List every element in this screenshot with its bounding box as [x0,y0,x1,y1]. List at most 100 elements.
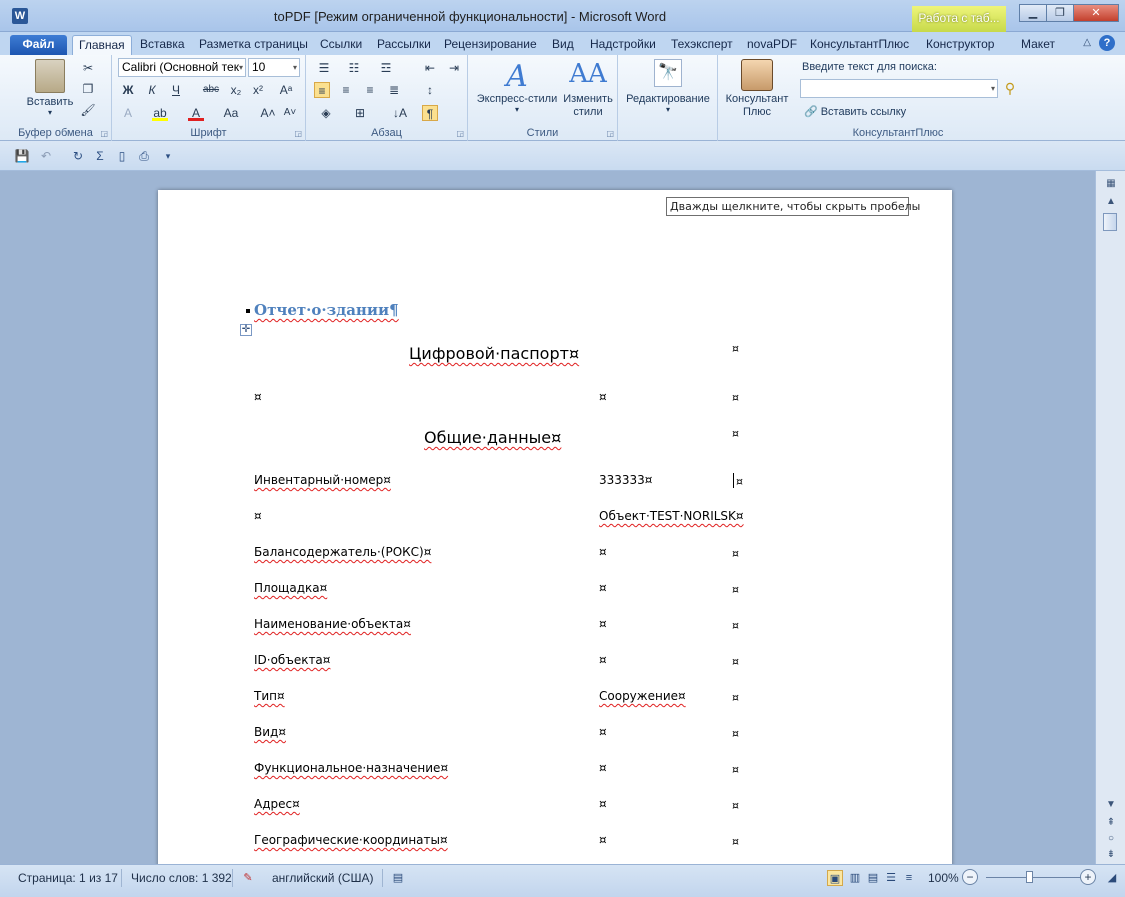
browse-object-icon[interactable]: ○ [1104,832,1118,846]
maximize-button[interactable]: ❐ [1046,4,1074,22]
tab-review[interactable]: Рецензирование [444,35,537,55]
consultant-search-input[interactable]: ▾ [800,79,998,98]
scroll-down-icon[interactable]: ▼ [1104,798,1118,812]
page-count[interactable]: Страница: 1 из 17 [18,871,118,885]
tab-addins[interactable]: Надстройки [590,35,656,55]
superscript-icon[interactable]: x² [250,82,266,98]
customize-toolbar-icon[interactable]: ▾ [160,148,176,164]
font-color-icon[interactable]: A [188,105,204,121]
tab-insert[interactable]: Вставка [140,35,185,55]
text-effects-icon[interactable]: A [120,105,136,121]
numbering-icon[interactable]: ☷ [346,60,362,76]
show-marks-icon[interactable]: ¶ [422,105,438,121]
highlight-icon[interactable]: ab [152,105,168,121]
font-group-label: Шрифт [190,127,227,139]
end-of-row-mark: ¤ [732,391,739,404]
new-document-icon[interactable]: ▯ [114,148,130,164]
zoom-in-button[interactable]: + [1080,869,1096,885]
increase-indent-icon[interactable]: ⇥ [446,60,462,76]
resize-grip-icon[interactable]: ◢ [1104,870,1120,886]
underline-icon[interactable]: Ч [168,82,184,98]
grow-font-icon[interactable]: A˄ [260,105,276,121]
tab-file[interactable]: Файл [10,35,67,55]
font-name-combo[interactable]: Calibri (Основной тек ▾ [118,58,246,77]
tab-mailings[interactable]: Рассылки [377,35,431,55]
macro-icon[interactable]: ▤ [390,870,406,886]
bold-icon[interactable]: Ж [120,82,136,98]
document-page[interactable]: Дважды щелкните, чтобы скрыть пробелы От… [158,190,952,864]
align-left-icon[interactable]: ≡ [314,82,330,98]
editing-group: 🔭 Редактирование ▾ [618,55,718,141]
next-page-icon[interactable]: ⇟ [1104,848,1118,862]
sort-icon[interactable]: ↓A [392,105,408,121]
clear-format-icon[interactable]: Aᵃ [278,82,294,98]
minimize-ribbon-icon[interactable]: △ [1083,35,1091,51]
shrink-font-icon[interactable]: A˅ [282,105,298,121]
align-center-icon[interactable]: ≡ [338,82,354,98]
shading-icon[interactable]: ◈ [318,105,334,121]
ruler-toggle-icon[interactable]: ▦ [1104,177,1118,191]
change-styles-button[interactable]: AA Изменить стили [560,59,616,119]
zoom-slider-thumb[interactable] [1026,871,1033,883]
font-launcher-icon[interactable]: ◲ [294,129,302,138]
web-layout-view-icon[interactable]: ▤ [865,870,881,886]
vertical-scrollbar[interactable]: ▦ ▲ ▼ ⇞ ○ ⇟ [1095,171,1125,864]
scroll-thumb[interactable] [1103,213,1117,231]
justify-icon[interactable]: ≣ [386,82,402,98]
insert-link-button[interactable]: 🔗 Вставить ссылку [804,105,906,118]
tab-references[interactable]: Ссылки [320,35,362,55]
redo-icon[interactable]: ↻ [70,148,86,164]
draft-view-icon[interactable]: ≡ [901,870,917,886]
minimize-button[interactable]: ▁ [1019,4,1047,22]
zoom-out-button[interactable]: − [962,869,978,885]
decrease-indent-icon[interactable]: ⇤ [422,60,438,76]
format-painter-icon[interactable]: 🖌 [80,102,96,118]
word-count[interactable]: Число слов: 1 392 [131,871,232,885]
zoom-level[interactable]: 100% [928,871,959,885]
scroll-up-icon[interactable]: ▲ [1104,195,1118,209]
consultantplus-button[interactable]: Консультант Плюс [720,59,794,119]
tab-page-layout[interactable]: Разметка страницы [199,35,308,55]
reading-view-icon[interactable]: ▥ [847,870,863,886]
change-case-icon[interactable]: Aa [220,105,242,121]
clipboard-launcher-icon[interactable]: ◲ [100,129,108,138]
sum-icon[interactable]: Σ [92,148,108,164]
copy-icon[interactable]: ❐ [80,81,96,97]
paragraph-launcher-icon[interactable]: ◲ [456,129,464,138]
zoom-slider-track[interactable] [986,877,1082,878]
row-value: 333333¤ [599,473,653,487]
table-move-handle-icon[interactable]: ✛ [240,324,252,336]
tab-view[interactable]: Вид [552,35,574,55]
tab-design[interactable]: Конструктор [926,35,994,55]
editing-button[interactable]: 🔭 Редактирование ▾ [622,59,714,114]
align-right-icon[interactable]: ≡ [362,82,378,98]
multilevel-list-icon[interactable]: ☲ [378,60,394,76]
italic-icon[interactable]: К [144,82,160,98]
line-spacing-icon[interactable]: ↕ [422,82,438,98]
tab-tekhekspert[interactable]: Техэксперт [671,35,733,55]
tab-konsultantplus[interactable]: КонсультантПлюс [810,35,909,55]
save-icon[interactable]: 💾 [14,148,30,164]
subscript-icon[interactable]: x₂ [228,82,244,98]
quick-styles-button[interactable]: A Экспресс-стили ▾ [472,59,562,114]
styles-launcher-icon[interactable]: ◲ [606,129,614,138]
search-icon[interactable]: ⚲ [1002,80,1018,96]
strikethrough-icon[interactable]: abc [200,82,222,98]
outline-view-icon[interactable]: ☰ [883,870,899,886]
previous-page-icon[interactable]: ⇞ [1104,816,1118,830]
paste-button[interactable]: Вставить ▾ [22,59,78,117]
undo-icon[interactable]: ↶ [38,148,54,164]
font-size-combo[interactable]: 10 ▾ [248,58,300,77]
print-layout-view-icon[interactable]: ▣ [827,870,843,886]
bullets-icon[interactable]: ☰ [316,60,332,76]
tab-novapdf[interactable]: novaPDF [747,35,797,55]
close-button[interactable]: ✕ [1073,4,1119,22]
tab-home[interactable]: Главная [72,35,132,55]
cut-icon[interactable]: ✂ [80,60,96,76]
language[interactable]: английский (США) [272,871,373,885]
borders-icon[interactable]: ⊞ [352,105,368,121]
proofing-icon[interactable]: ✎ [240,870,256,886]
tab-layout[interactable]: Макет [1021,35,1055,55]
print-icon[interactable]: ⎙ [136,148,152,164]
help-icon[interactable]: ? [1099,35,1115,51]
